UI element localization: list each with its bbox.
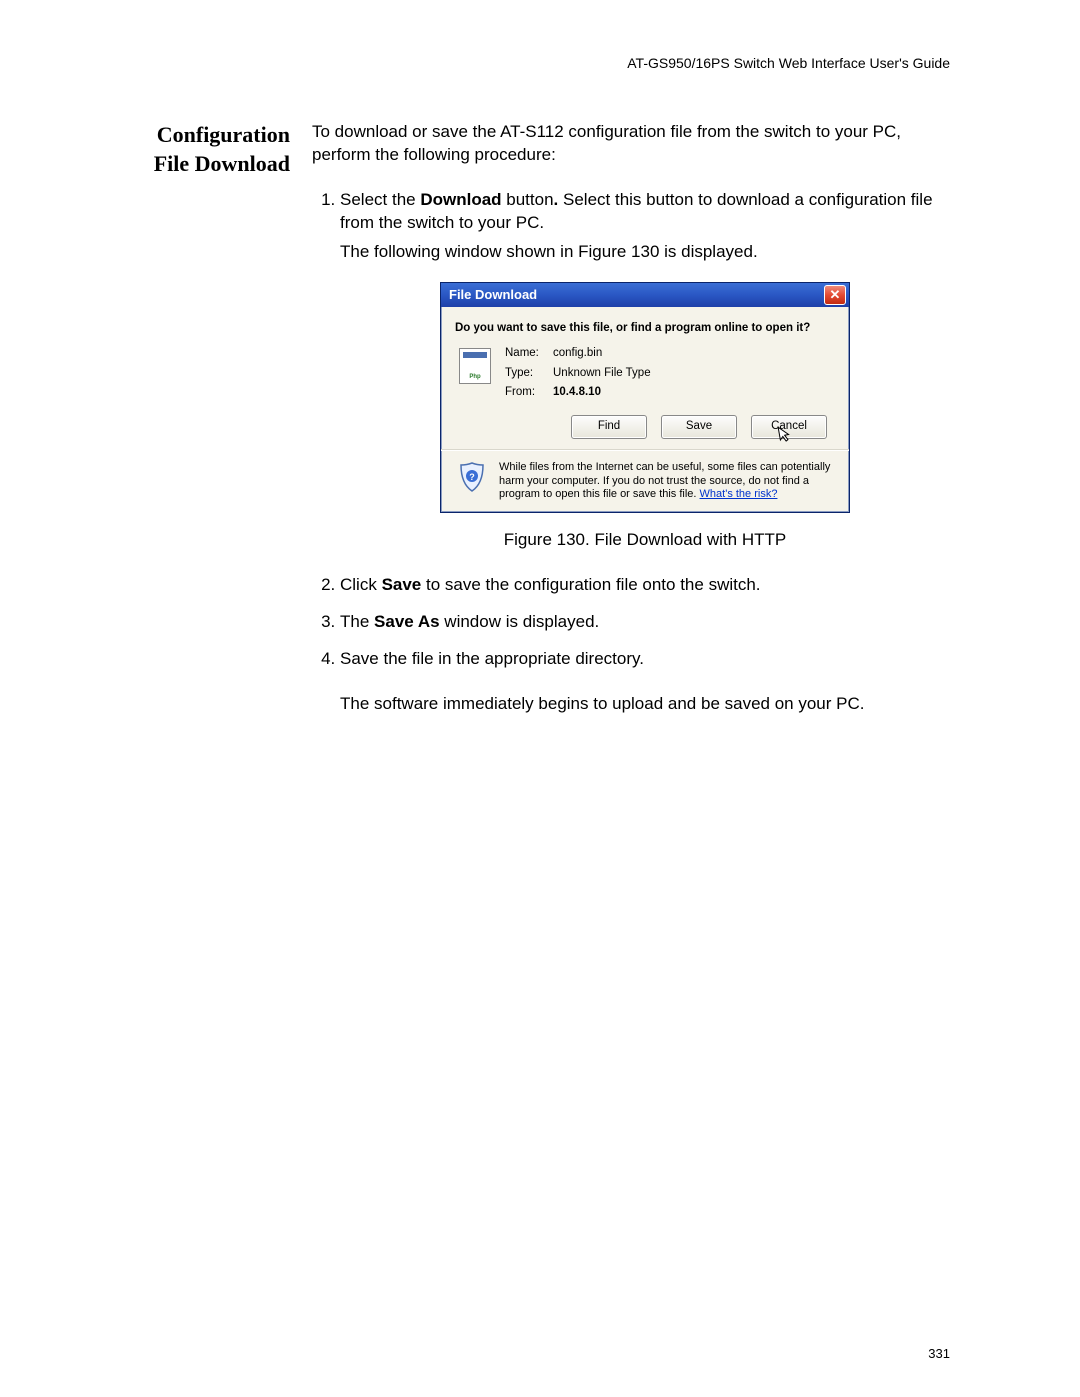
- file-download-dialog: File Download ✕ Do you want to save this…: [440, 282, 850, 513]
- step-3-text-a: The: [340, 612, 374, 631]
- dialog-question: Do you want to save this file, or find a…: [455, 321, 835, 337]
- document-header: AT-GS950/16PS Switch Web Interface User'…: [140, 55, 950, 71]
- type-label: Type:: [505, 366, 547, 382]
- step-1-text-a: Select the: [340, 190, 420, 209]
- type-value: Unknown File Type: [553, 366, 835, 382]
- step-4-text: Save the file in the appropriate directo…: [340, 649, 644, 668]
- figure-caption: Figure 130. File Download with HTTP: [340, 529, 950, 552]
- from-label: From:: [505, 385, 547, 401]
- step-1-para2: The following window shown in Figure 130…: [340, 241, 950, 264]
- save-button[interactable]: Save: [661, 415, 737, 439]
- dialog-title: File Download: [449, 286, 537, 304]
- step-1-bold: Download: [420, 190, 501, 209]
- from-value: 10.4.8.10: [553, 385, 835, 401]
- figure-block: File Download ✕ Do you want to save this…: [340, 282, 950, 552]
- intro-paragraph: To download or save the AT-S112 configur…: [312, 121, 950, 167]
- step-2: Click Save to save the configuration fil…: [340, 574, 950, 597]
- warning-text: While files from the Internet can be use…: [499, 461, 835, 502]
- shield-icon: ?: [457, 461, 487, 493]
- step-4: Save the file in the appropriate directo…: [340, 648, 950, 716]
- file-icon-label: Php: [460, 373, 490, 381]
- step-3-text-c: window is displayed.: [440, 612, 600, 631]
- section-heading: Configuration File Download: [140, 121, 290, 178]
- dialog-titlebar: File Download ✕: [441, 283, 849, 307]
- trailing-paragraph: The software immediately begins to uploa…: [340, 693, 950, 716]
- close-button[interactable]: ✕: [824, 285, 846, 305]
- page-number: 331: [928, 1346, 950, 1361]
- step-2-text-a: Click: [340, 575, 382, 594]
- step-2-text-c: to save the configuration file onto the …: [421, 575, 760, 594]
- file-icon: Php: [459, 348, 491, 384]
- warning-message: While files from the Internet can be use…: [499, 461, 830, 501]
- svg-text:?: ?: [469, 472, 475, 482]
- name-label: Name:: [505, 346, 547, 362]
- close-icon: ✕: [830, 288, 841, 301]
- step-3: The Save As window is displayed.: [340, 611, 950, 634]
- step-1-text-c: button: [502, 190, 554, 209]
- step-3-bold: Save As: [374, 612, 440, 631]
- name-value: config.bin: [553, 346, 835, 362]
- cancel-button[interactable]: Cancel: [751, 415, 827, 439]
- step-2-bold: Save: [382, 575, 422, 594]
- step-1: Select the Download button. Select this …: [340, 189, 950, 552]
- warning-link[interactable]: What's the risk?: [700, 488, 778, 500]
- find-button[interactable]: Find: [571, 415, 647, 439]
